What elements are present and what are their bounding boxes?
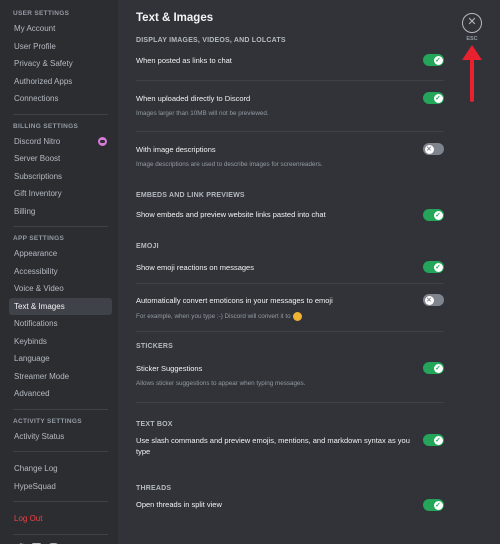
embeds-toggle[interactable]: ✓ bbox=[423, 209, 444, 221]
sidebar-item-privacy-safety[interactable]: Privacy & Safety bbox=[9, 55, 112, 73]
toggle-knob-icon: ✓ bbox=[433, 55, 443, 65]
sidebar-item-billing[interactable]: Billing bbox=[9, 203, 112, 221]
setting-label-emoji: Show emoji reactions on messages bbox=[136, 263, 254, 272]
sidebar-item-label: Discord Nitro bbox=[14, 136, 61, 146]
sidebar-item-text-images[interactable]: Text & Images bbox=[9, 297, 112, 315]
section-header-threads: THREADS bbox=[136, 485, 172, 492]
setting-label-embeds: Show embeds and preview website links pa… bbox=[136, 210, 326, 219]
sidebar-item-appearance[interactable]: Appearance bbox=[9, 245, 112, 263]
toggle-knob-icon: ✓ bbox=[433, 500, 443, 510]
textbox-toggle[interactable]: ✓ bbox=[423, 434, 444, 446]
sidebar-item-authorized-apps[interactable]: Authorized Apps bbox=[9, 73, 112, 91]
setting-desc-uploaded: Images larger than 10MB will not be prev… bbox=[136, 110, 269, 117]
stickers-toggle[interactable]: ✓ bbox=[423, 362, 444, 374]
divider bbox=[136, 283, 444, 284]
links-toggle[interactable]: ✓ bbox=[423, 54, 444, 66]
sidebar-item-hypesquad[interactable]: HypeSquad bbox=[9, 478, 112, 496]
close-button[interactable]: ✕ bbox=[462, 13, 482, 33]
page-title: Text & Images bbox=[136, 12, 214, 24]
slightly-smiling-emoji-icon bbox=[292, 312, 302, 321]
sidebar-item-activity-status[interactable]: Activity Status bbox=[9, 428, 112, 446]
user-settings-header: USER SETTINGS bbox=[13, 10, 70, 17]
divider bbox=[136, 331, 444, 332]
toggle-knob-icon: ✓ bbox=[433, 210, 443, 220]
close-icon: ✕ bbox=[467, 16, 477, 28]
activity-settings-header: ACTIVITY SETTINGS bbox=[13, 417, 82, 425]
sidebar-divider bbox=[13, 451, 108, 452]
descriptions-toggle[interactable]: ✕ bbox=[423, 143, 444, 155]
sidebar-item-voice-video[interactable]: Voice & Video bbox=[9, 280, 112, 298]
sidebar-item-gift-inventory[interactable]: Gift Inventory bbox=[9, 185, 112, 203]
section-header-display: DISPLAY IMAGES, VIDEOS, AND LOLCATS bbox=[136, 37, 286, 44]
emoji-toggle[interactable]: ✓ bbox=[423, 261, 444, 273]
settings-sidebar: USER SETTINGS My Account User Profile Pr… bbox=[0, 0, 118, 544]
sidebar-item-my-account[interactable]: My Account bbox=[9, 20, 112, 38]
divider bbox=[136, 402, 444, 403]
nitro-icon bbox=[98, 136, 107, 146]
toggle-knob-icon: ✓ bbox=[433, 363, 443, 373]
app-settings-header: APP SETTINGS bbox=[13, 235, 65, 242]
toggle-knob-icon: ✕ bbox=[424, 144, 434, 154]
setting-label-links: When posted as links to chat bbox=[136, 56, 232, 65]
sidebar-item-notifications[interactable]: Notifications bbox=[9, 315, 112, 333]
section-header-emoji: EMOJI bbox=[136, 243, 159, 250]
setting-label-emoticons: Automatically convert emoticons in your … bbox=[136, 296, 333, 305]
sidebar-item-streamer-mode[interactable]: Streamer Mode bbox=[9, 368, 112, 386]
toggle-knob-icon: ✓ bbox=[433, 93, 443, 103]
sidebar-item-language[interactable]: Language bbox=[9, 350, 112, 368]
divider bbox=[136, 131, 444, 132]
sidebar-item-connections[interactable]: Connections bbox=[9, 90, 112, 108]
sidebar-item-discord-nitro[interactable]: Discord Nitro bbox=[9, 133, 112, 151]
sidebar-divider bbox=[13, 226, 108, 227]
sidebar-item-user-profile[interactable]: User Profile bbox=[9, 38, 112, 56]
sidebar-item-server-boost[interactable]: Server Boost bbox=[9, 150, 112, 168]
logout-button[interactable]: Log Out bbox=[9, 510, 112, 528]
sidebar-item-change-log[interactable]: Change Log bbox=[9, 460, 112, 478]
uploaded-toggle[interactable]: ✓ bbox=[423, 92, 444, 104]
setting-label-textbox: Use slash commands and preview emojis, m… bbox=[136, 436, 410, 456]
toggle-knob-icon: ✓ bbox=[433, 262, 443, 272]
threads-toggle[interactable]: ✓ bbox=[423, 499, 444, 511]
setting-desc-emoticons: For example, when you type :-) Discord w… bbox=[136, 312, 302, 321]
section-header-embeds: EMBEDS AND LINK PREVIEWS bbox=[136, 192, 245, 199]
sidebar-item-keybinds[interactable]: Keybinds bbox=[9, 333, 112, 351]
section-header-textbox: TEXT BOX bbox=[136, 421, 173, 428]
section-header-stickers: STICKERS bbox=[136, 343, 173, 350]
annotation-arrow-icon bbox=[462, 45, 482, 102]
sidebar-item-subscriptions[interactable]: Subscriptions bbox=[9, 168, 112, 186]
setting-desc-stickers: Allows sticker suggestions to appear whe… bbox=[136, 380, 306, 387]
setting-label-uploaded: When uploaded directly to Discord bbox=[136, 94, 251, 103]
sidebar-divider bbox=[13, 113, 108, 115]
setting-desc-descriptions: Image descriptions are used to describe … bbox=[136, 161, 323, 168]
sidebar-item-accessibility[interactable]: Accessibility bbox=[9, 263, 112, 281]
sidebar-item-advanced[interactable]: Advanced bbox=[9, 385, 112, 403]
esc-label: ESC bbox=[466, 36, 478, 42]
emoticons-desc-text: For example, when you type :-) Discord w… bbox=[136, 313, 291, 321]
billing-settings-header: BILLING SETTINGS bbox=[13, 122, 79, 130]
toggle-knob-icon: ✕ bbox=[424, 295, 434, 305]
sidebar-divider bbox=[13, 501, 108, 502]
toggle-knob-icon: ✓ bbox=[433, 435, 443, 445]
setting-label-stickers: Sticker Suggestions bbox=[136, 364, 203, 373]
sidebar-divider bbox=[13, 533, 108, 535]
divider bbox=[136, 80, 444, 81]
setting-label-threads: Open threads in split view bbox=[136, 500, 222, 509]
sidebar-divider bbox=[13, 408, 108, 410]
emoticons-toggle[interactable]: ✕ bbox=[423, 294, 444, 306]
setting-label-descriptions: With image descriptions bbox=[136, 145, 216, 154]
